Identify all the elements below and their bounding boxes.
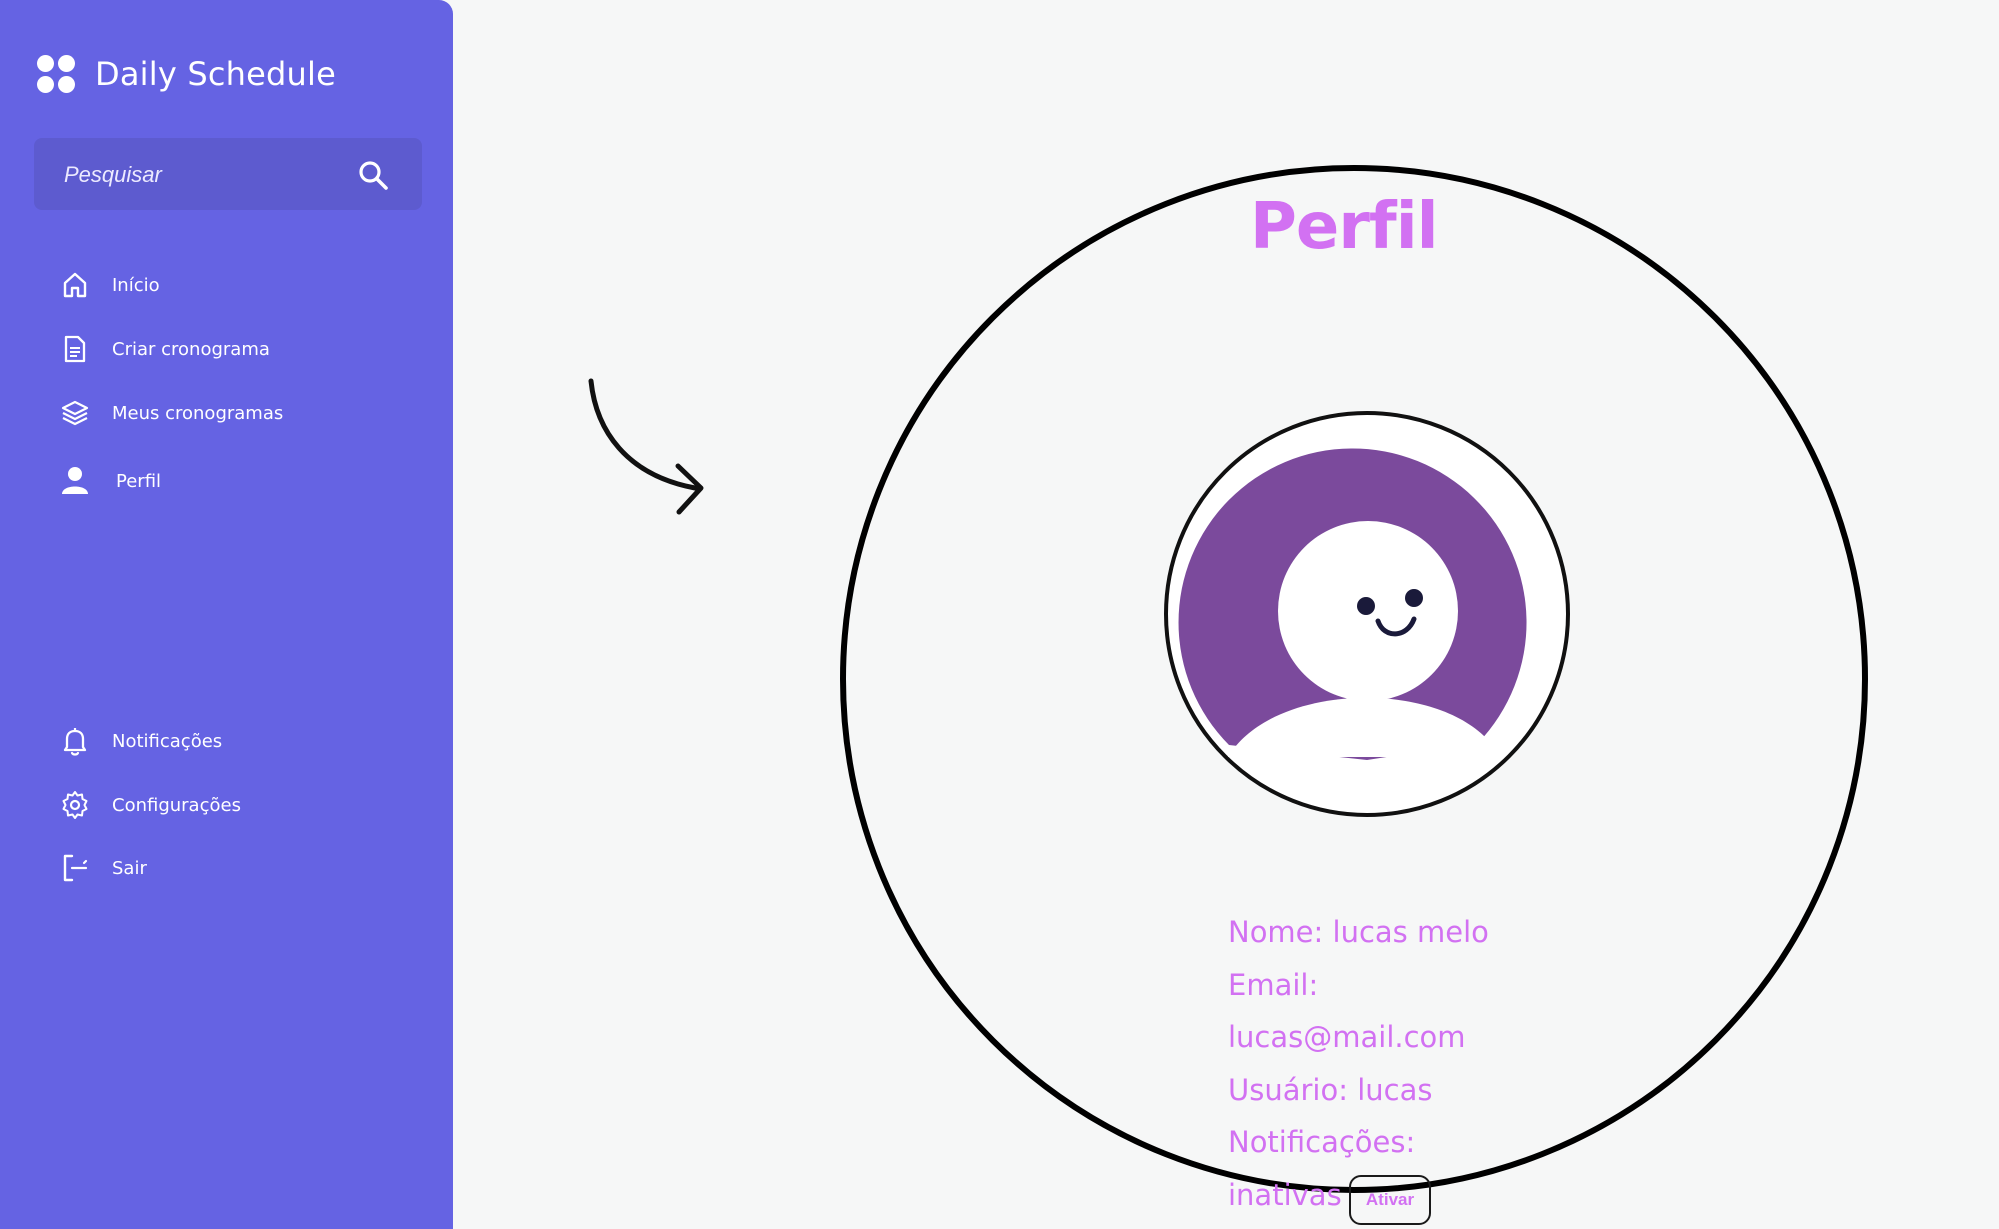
profile-username: Usuário: lucas [1228, 1073, 1433, 1107]
nav-item-label: Notificações [112, 730, 223, 752]
profile-notifications-status: inativas [1228, 1178, 1342, 1212]
nav-item-configuracoes[interactable]: Configurações [60, 790, 241, 820]
home-icon [60, 270, 90, 300]
nav-item-label: Meus cronogramas [112, 402, 284, 424]
nav-item-label: Perfil [116, 470, 162, 492]
avatar-ring [1164, 411, 1570, 817]
gear-icon [60, 790, 90, 820]
avatar-background [1178, 448, 1527, 760]
search-icon[interactable] [356, 158, 390, 192]
page-title: Perfil [1250, 190, 1439, 264]
sidebar: Daily Schedule Início Criar cronograma M… [0, 0, 453, 1229]
profile-email-value: lucas@mail.com [1228, 1020, 1466, 1054]
nav-item-perfil[interactable]: Perfil [60, 466, 161, 496]
brand[interactable]: Daily Schedule [37, 55, 336, 93]
user-icon [60, 466, 90, 496]
nav-item-sair[interactable]: Sair [60, 853, 147, 883]
document-icon [60, 334, 90, 364]
app-logo-icon [37, 55, 75, 93]
avatar-right-eye-icon [1405, 589, 1423, 607]
nav-item-label: Início [112, 274, 160, 296]
nav-item-label: Sair [112, 857, 147, 879]
avatar-body [1228, 697, 1500, 757]
layers-icon [60, 398, 90, 428]
search-input[interactable] [62, 158, 346, 192]
profile-notifications-label: Notificações: [1228, 1125, 1416, 1159]
nav-item-label: Criar cronograma [112, 338, 270, 360]
profile-email-label: Email: [1228, 968, 1319, 1002]
search-box [34, 138, 422, 210]
arrow-icon [588, 378, 698, 491]
profile-name: Nome: lucas melo [1228, 915, 1489, 949]
avatar-head [1278, 521, 1458, 701]
nav-item-label: Configurações [112, 794, 241, 816]
nav-item-notificacoes[interactable]: Notificações [60, 726, 222, 756]
activate-notifications-button[interactable]: Ativar [1349, 1175, 1431, 1225]
logout-icon [60, 853, 90, 883]
bell-icon [60, 726, 90, 756]
avatar-left-eye-icon [1357, 597, 1375, 615]
arrow-head-icon [675, 463, 704, 515]
app-title: Daily Schedule [95, 55, 336, 93]
avatar-smile-icon [1375, 616, 1417, 637]
nav-item-inicio[interactable]: Início [60, 270, 160, 300]
nav-item-criar-cronograma[interactable]: Criar cronograma [60, 334, 270, 364]
nav-item-meus-cronogramas[interactable]: Meus cronogramas [60, 398, 283, 428]
